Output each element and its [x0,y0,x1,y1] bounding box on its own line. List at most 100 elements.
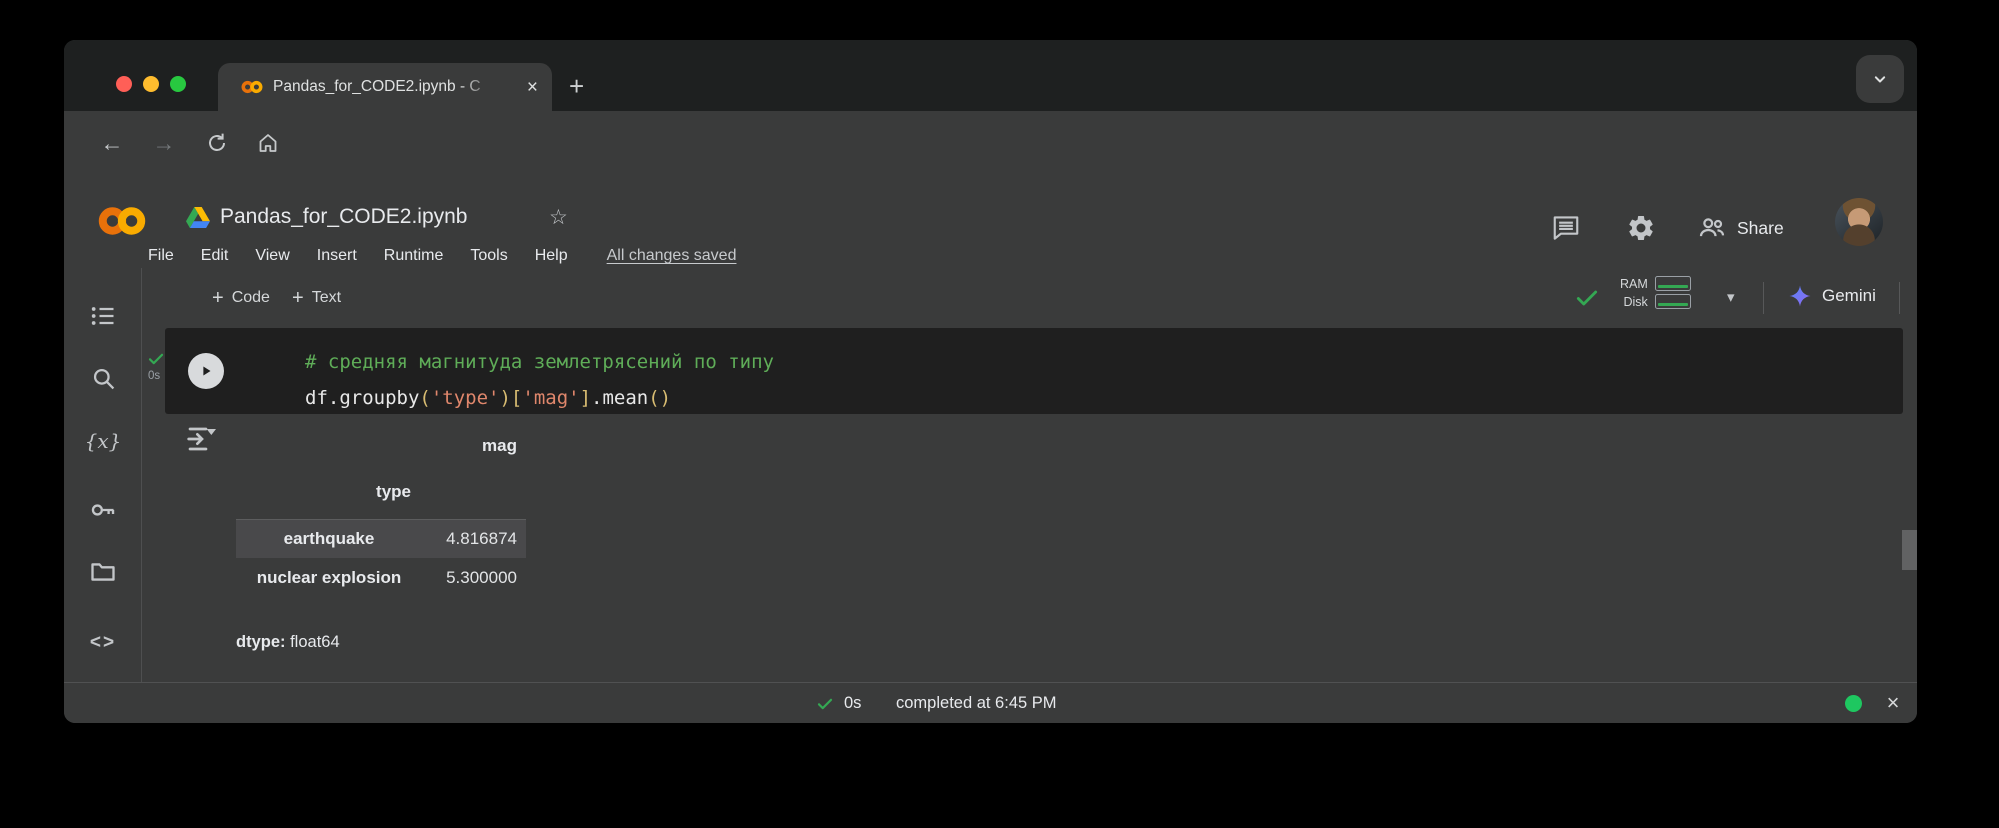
menu-bar: File Edit View Insert Runtime Tools Help… [148,247,736,265]
ram-label: RAM [1620,277,1648,291]
df-row-value: 4.816874 [417,519,517,558]
add-code-button[interactable]: + Code [212,285,270,311]
dtype-label: dtype: [236,633,286,651]
colab-header: Pandas_for_CODE2.ipynb ☆ File Edit View … [64,175,1917,269]
notebook-title[interactable]: Pandas_for_CODE2.ipynb [220,205,467,229]
save-status-link[interactable]: All changes saved [607,247,737,265]
menu-tools[interactable]: Tools [470,247,507,265]
new-tab-button[interactable]: + [569,70,584,102]
menu-edit[interactable]: Edit [201,247,229,265]
table-row[interactable]: earthquake 4.816874 [236,519,526,558]
menu-insert[interactable]: Insert [317,247,357,265]
execution-status-bar: 0s completed at 6:45 PM × [64,682,1917,723]
sidebar-item-toc[interactable] [87,300,119,332]
comments-button[interactable] [1549,211,1583,245]
code-snippets-icon: <> [90,632,116,654]
gemini-label: Gemini [1822,286,1876,306]
divider [1899,282,1900,314]
ram-indicator: RAM [1620,276,1691,291]
macos-zoom-button[interactable] [170,76,186,92]
menu-file[interactable]: File [148,247,174,265]
divider [1763,282,1764,314]
google-drive-icon [186,207,210,228]
back-button[interactable]: ← [97,111,127,175]
tab-close-icon[interactable]: × [527,78,538,97]
gemini-sparkle-icon [1788,284,1812,308]
connected-check-icon [1574,285,1600,311]
browser-tab[interactable]: Pandas_for_CODE2.ipynb - C × [218,63,552,111]
df-column-header: mag [417,436,517,456]
code-comment: # средняя магнитуда землетрясений по тип… [305,351,774,373]
add-text-label: Text [312,289,341,307]
table-row[interactable]: nuclear explosion 5.300000 [236,558,526,597]
share-label: Share [1737,218,1784,239]
df-row-value: 5.300000 [417,558,517,597]
home-button[interactable] [256,131,280,155]
settings-button[interactable] [1624,211,1658,245]
sidebar-item-search[interactable] [87,362,119,394]
df-index-name: type [311,482,411,502]
menu-view[interactable]: View [255,247,289,265]
code-token: 'type' [431,387,500,409]
share-button[interactable]: Share [1697,211,1784,245]
df-row-label: nuclear explosion [236,558,422,597]
tab-strip: Pandas_for_CODE2.ipynb - C × + [64,40,1917,111]
notebook-content: + Code + Text RAM Disk ▾ [142,268,1917,682]
plus-icon: + [212,287,224,309]
left-sidebar: {x} <> [64,268,142,682]
reload-button[interactable] [205,131,229,155]
menu-runtime[interactable]: Runtime [384,247,444,265]
status-message: completed at 6:45 PM [896,683,1057,723]
status-close-button[interactable]: × [1878,683,1908,723]
df-dtype-line: dtype: float64 [236,633,340,652]
interactive-table-icon[interactable] [184,423,220,455]
add-code-label: Code [232,289,270,307]
key-icon [89,496,117,524]
folder-icon [89,558,117,586]
browser-window: Pandas_for_CODE2.ipynb - C × + ← → [64,40,1917,723]
star-notebook-icon[interactable]: ☆ [549,205,568,230]
play-icon [197,362,215,380]
status-check-icon [816,695,834,713]
sidebar-item-secrets[interactable] [87,494,119,526]
disk-indicator: Disk [1623,294,1690,309]
code-token: ] [580,387,591,409]
tab-search-button[interactable] [1856,55,1904,103]
disk-label: Disk [1623,295,1647,309]
code-editor[interactable]: # средняя магнитуда землетрясений по тип… [305,344,774,416]
comment-icon [1551,213,1581,243]
status-duration: 0s [844,683,861,723]
cell-exec-time: 0s [148,370,160,382]
scrollbar-thumb[interactable] [1902,530,1917,570]
gemini-button[interactable]: Gemini [1788,284,1876,308]
colab-logo-icon [96,199,148,243]
sidebar-item-snippets[interactable]: <> [87,627,119,659]
runtime-dropdown-caret[interactable]: ▾ [1727,288,1735,306]
run-cell-button[interactable] [188,353,224,389]
plus-icon: + [292,287,304,309]
code-token: df.groupby [305,387,419,409]
add-text-button[interactable]: + Text [292,285,341,311]
macos-minimize-button[interactable] [143,76,159,92]
code-token: )[ [499,387,522,409]
user-avatar[interactable] [1835,198,1883,246]
browser-navbar: ← → colab.research.google.com/drive/1Mi1… [64,111,1917,175]
ram-meter [1655,276,1691,291]
sidebar-item-variables[interactable]: {x} [87,425,119,457]
resources-indicator[interactable]: RAM Disk [1620,276,1691,309]
sidebar-item-files[interactable] [87,556,119,588]
cell-success-check-icon [147,350,165,368]
macos-close-button[interactable] [116,76,132,92]
kernel-status-dot [1845,695,1862,712]
menu-help[interactable]: Help [535,247,568,265]
code-token: ( [419,387,430,409]
code-token: .mean [591,387,648,409]
variables-icon: {x} [85,429,122,453]
dtype-value: float64 [290,633,340,651]
colab-favicon [240,79,264,95]
search-icon [90,365,117,392]
gear-icon [1626,213,1656,243]
disk-meter [1655,294,1691,309]
forward-button[interactable]: → [149,111,179,175]
notebook-main: {x} <> + Code + [64,268,1917,682]
